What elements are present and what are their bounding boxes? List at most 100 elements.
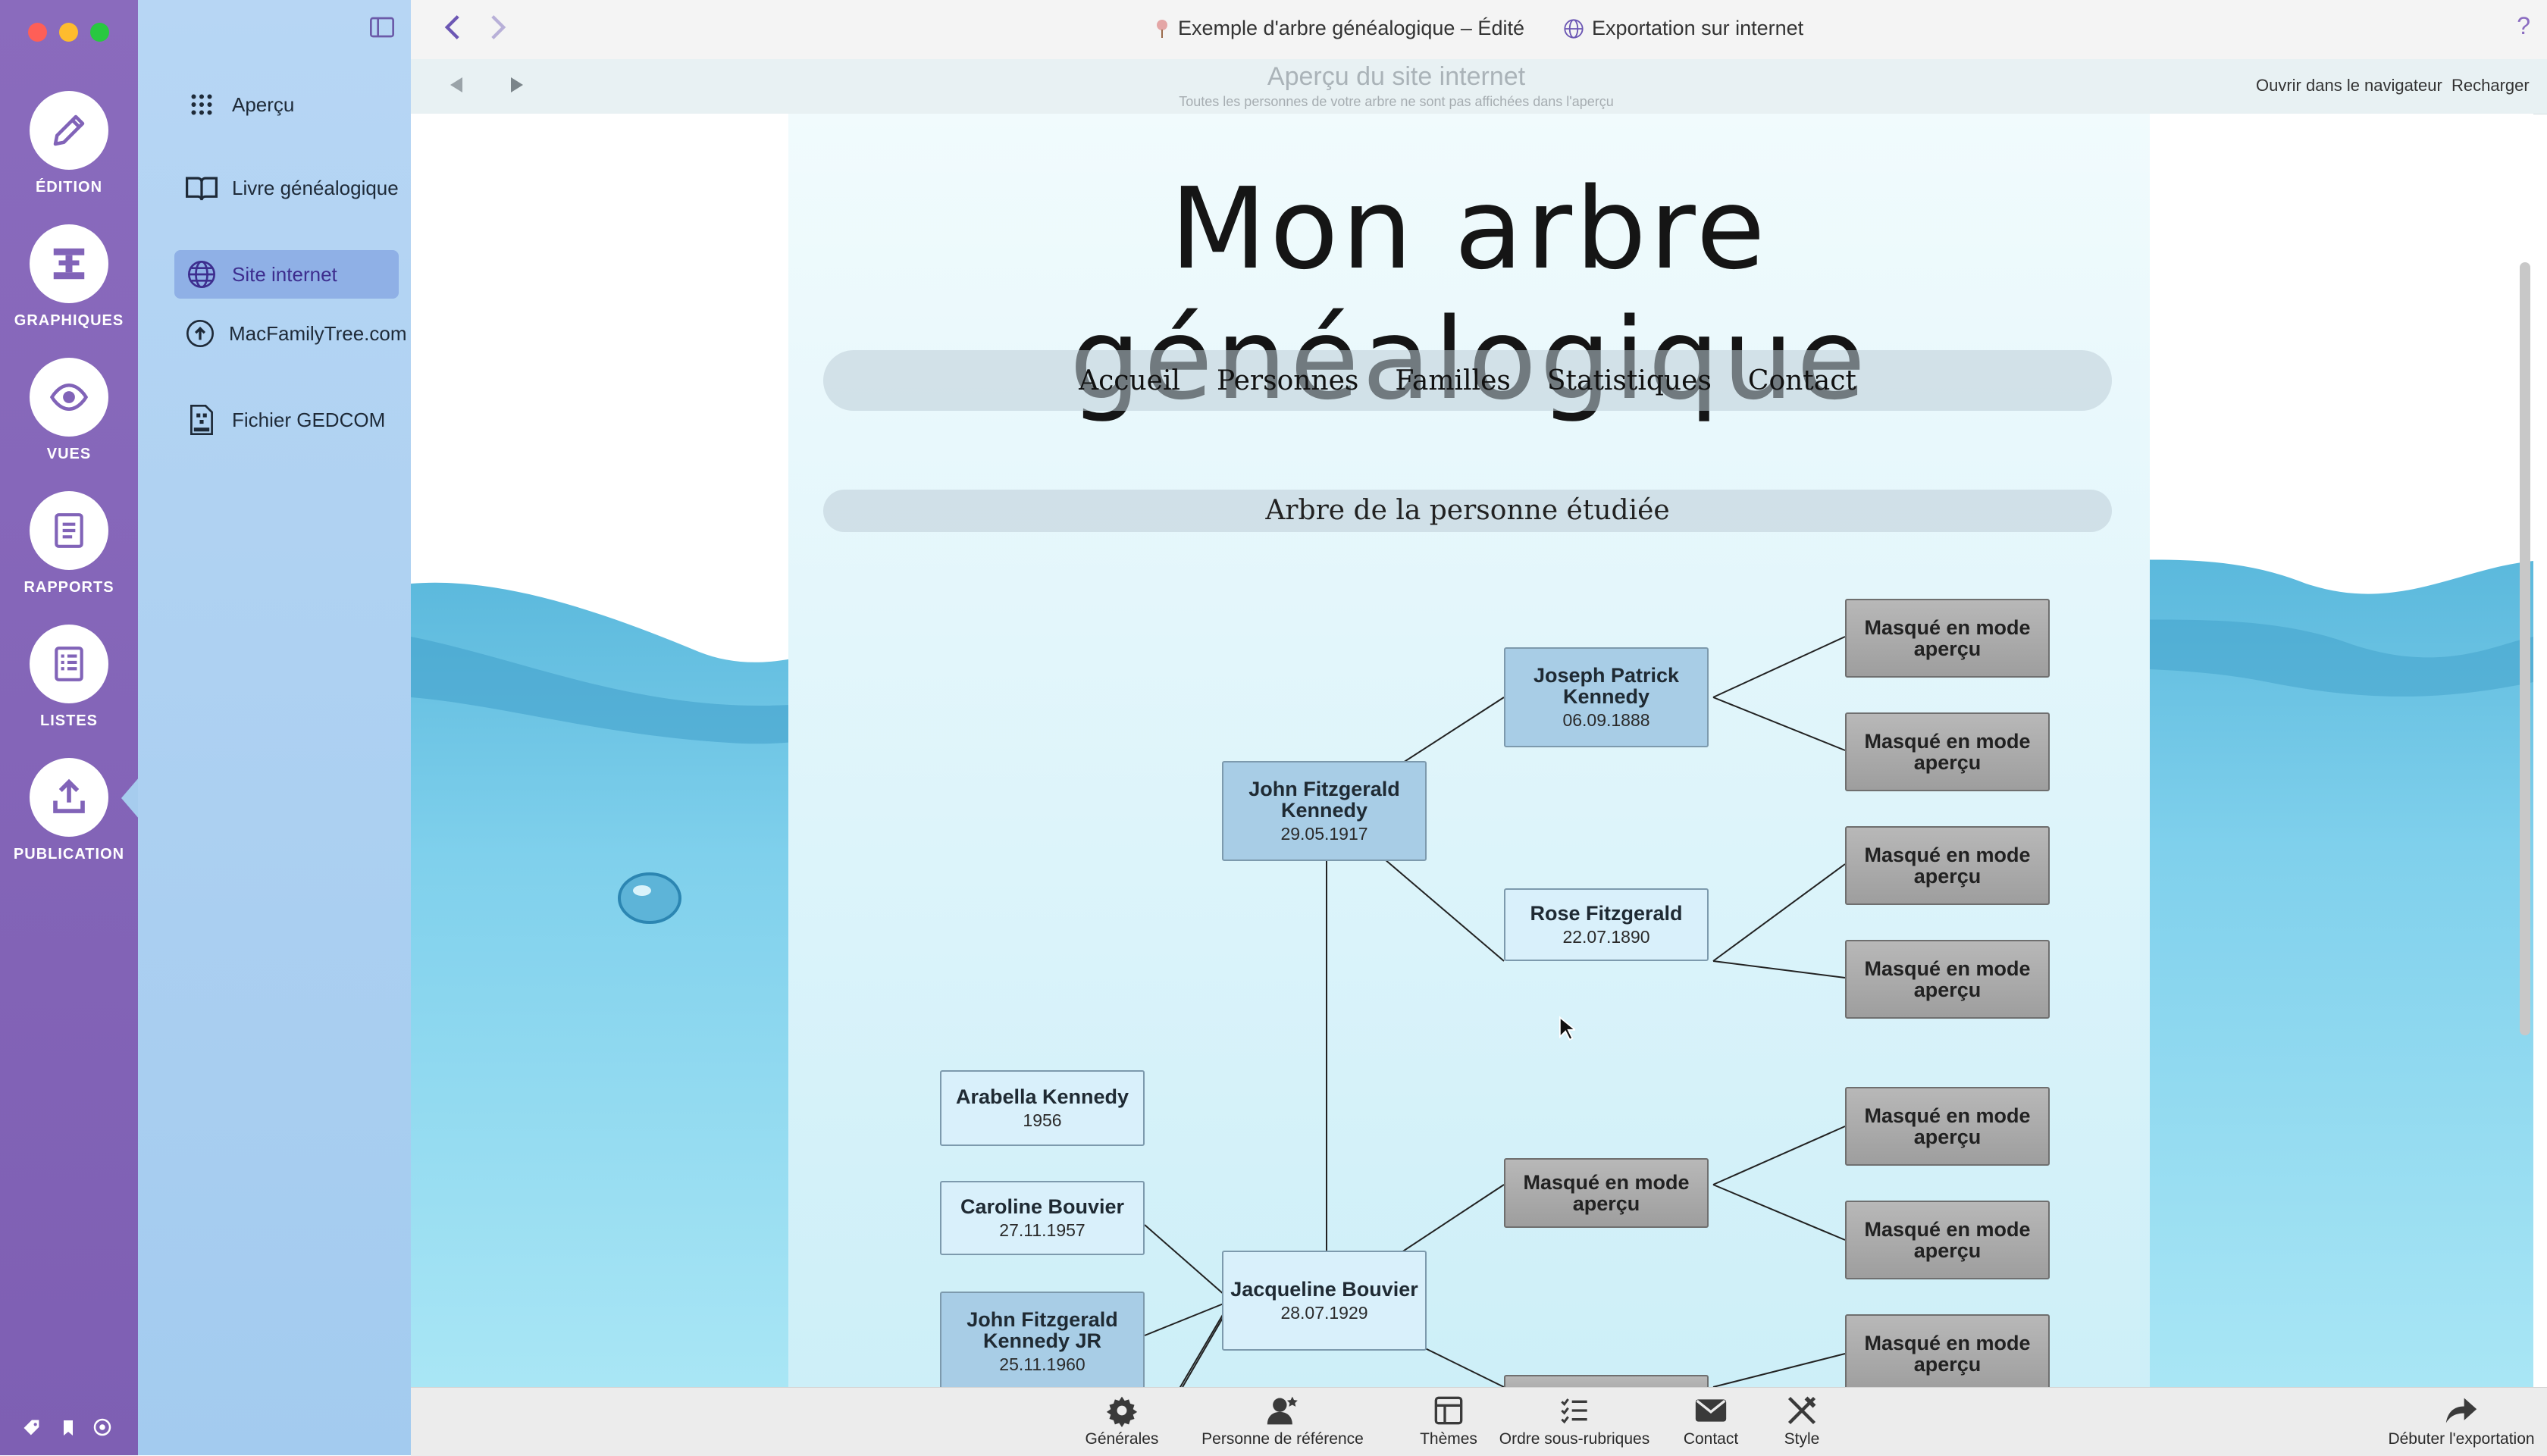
preview-bar: Aperçu du site internet Toutes les perso… [411,59,2547,114]
chart-icon [30,224,108,303]
upload-icon [30,758,108,837]
preview-title: Aperçu du site internet [1267,62,1526,91]
tag-icon[interactable] [21,1417,42,1439]
sidebar-item-gedcom[interactable]: Fichier GEDCOM [174,396,399,444]
masked-label: Masqué en mode aperçu [1864,616,2031,660]
themes-icon [1407,1392,1490,1429]
person-card-arabella-kennedy[interactable]: Arabella Kennedy 1956 [940,1070,1145,1146]
person-card-jacqueline-bouvier[interactable]: Jacqueline Bouvier 28.07.1929 [1222,1251,1427,1351]
sidebar-toggle-icon[interactable] [370,17,394,38]
mouse-cursor-icon [1559,1016,1575,1041]
rail-item-listes[interactable]: LISTES [0,625,138,730]
person-date: 27.11.1957 [999,1220,1086,1240]
person-date: 06.09.1888 [1562,709,1650,730]
person-card-john-fitzgerald-kennedy-jr[interactable]: John Fitzgerald Kennedy JR 25.11.1960 [940,1292,1145,1387]
active-pointer [121,777,139,819]
rail-item-graphiques[interactable]: GRAPHIQUES [0,224,138,330]
sidebar-item-site-internet[interactable]: Site internet [174,250,399,299]
style-tools-icon [1760,1392,1844,1429]
document-title-text: Exemple d'arbre généalogique – Édité [1178,17,1524,39]
masked-label: Masqué en mode aperçu [1864,1218,2031,1262]
sidebar: Aperçu Livre généalogique Site internet … [138,0,411,1455]
toolbar-label: Générales [1085,1430,1159,1448]
person-name: John Fitzgerald Kennedy [1248,777,1400,822]
masked-label: Masqué en mode aperçu [1864,730,2031,774]
sidebar-item-label: Livre généalogique [232,176,399,199]
ordered-list-icon [1490,1392,1659,1429]
person-card-rose-fitzgerald[interactable]: Rose Fitzgerald 22.07.1890 [1504,888,1709,961]
minimize-window-button[interactable] [59,23,78,42]
tab-title: Exportation sur internet [1563,17,1803,40]
scrollbar[interactable] [2520,262,2530,1035]
toolbar-label: Personne de référence [1201,1430,1364,1448]
person-card-caroline-bouvier[interactable]: Caroline Bouvier 27.11.1957 [940,1181,1145,1255]
settings-badge-icon[interactable] [91,1416,114,1439]
sidebar-item-livre[interactable]: Livre généalogique [174,164,399,212]
masked-label: Masqué en mode aperçu [1864,1332,2031,1376]
person-name: John Fitzgerald Kennedy JR [966,1307,1118,1352]
website-preview[interactable]: Mon arbre généalogique Accueil Personnes… [411,114,2533,1387]
toolbar-ordre-button[interactable]: Ordre sous-rubriques [1490,1392,1659,1448]
open-in-browser-button[interactable]: Ouvrir dans le navigateur [2256,76,2442,96]
globe-icon [1563,18,1584,39]
rail-label: PUBLICATION [13,846,125,863]
masked-person-card[interactable]: Masqué en mode aperçu [1504,1158,1709,1228]
sidebar-item-apercu[interactable]: Aperçu [174,80,399,129]
sidebar-item-macfamilytree[interactable]: MacFamilyTree.com [174,309,407,358]
masked-label: Masqué en mode aperçu [1864,1104,2031,1148]
masked-person-card[interactable]: Masqué en mode aperçu [1845,1087,2050,1166]
close-window-button[interactable] [28,23,47,42]
eye-icon [30,358,108,437]
list-icon [30,625,108,703]
masked-label: Masqué en mode aperçu [1864,844,2031,888]
toolbar-personne-reference-button[interactable]: Personne de référence [1169,1392,1396,1448]
rail-item-rapports[interactable]: RAPPORTS [0,491,138,596]
zoom-window-button[interactable] [90,23,109,42]
toolbar-generales-button[interactable]: Générales [1076,1392,1167,1448]
toolbar-label: Style [1784,1430,1820,1448]
sidebar-item-label: Fichier GEDCOM [232,408,386,431]
person-name: Joseph Patrick Kennedy [1533,663,1680,708]
masked-person-card[interactable]: Masqué en mode aperçu [1845,1314,2050,1387]
report-icon [30,491,108,570]
forward-icon[interactable] [490,14,506,41]
toolbar-contact-button[interactable]: Contact [1669,1392,1753,1448]
help-button[interactable]: ? [2517,12,2530,40]
masked-label: Masqué en mode aperçu [1523,1171,1690,1215]
masked-person-card[interactable] [1504,1375,1709,1387]
globe-icon [185,258,218,291]
toolbar-themes-button[interactable]: Thèmes [1407,1392,1490,1448]
back-icon[interactable] [444,14,461,41]
gedcom-file-icon [185,403,218,437]
bookmark-icon[interactable] [59,1417,77,1439]
rail-label: LISTES [39,712,98,729]
tree-document-icon [1154,19,1170,39]
masked-person-card[interactable]: Masqué en mode aperçu [1845,599,2050,678]
masked-person-card[interactable]: Masqué en mode aperçu [1845,826,2050,905]
pencil-icon [30,91,108,170]
globe-upload-icon [185,317,215,350]
document-title: Exemple d'arbre généalogique – Édité [1154,17,1524,40]
toolbar-style-button[interactable]: Style [1760,1392,1844,1448]
person-card-john-fitzgerald-kennedy[interactable]: John Fitzgerald Kennedy 29.05.1917 [1222,761,1427,861]
tab-title-text: Exportation sur internet [1592,17,1804,39]
website-page: Mon arbre généalogique Accueil Personnes… [788,114,2150,1387]
reload-button[interactable]: Recharger [2451,76,2530,96]
person-date: 29.05.1917 [1280,823,1368,844]
toolbar-label: Thèmes [1420,1430,1477,1448]
rail-item-edition[interactable]: ÉDITION [0,91,138,196]
person-date: 25.11.1960 [999,1354,1086,1374]
rail-item-vues[interactable]: VUES [0,358,138,463]
person-card-joseph-patrick-kennedy[interactable]: Joseph Patrick Kennedy 06.09.1888 [1504,647,1709,747]
sidebar-item-label: Aperçu [232,92,295,116]
title-bar: Exemple d'arbre généalogique – Édité Exp… [411,0,2547,60]
masked-person-card[interactable]: Masqué en mode aperçu [1845,1201,2050,1279]
masked-person-card[interactable]: Masqué en mode aperçu [1845,940,2050,1019]
masked-person-card[interactable]: Masqué en mode aperçu [1845,712,2050,791]
start-export-button[interactable]: Débuter l'exportation [2382,1392,2541,1448]
person-name: Jacqueline Bouvier [1230,1277,1418,1301]
person-name: Arabella Kennedy [955,1085,1129,1108]
rail-item-publication[interactable]: PUBLICATION [0,758,138,863]
person-date: 28.07.1929 [1280,1302,1368,1323]
sidebar-item-label: Site internet [232,262,337,286]
